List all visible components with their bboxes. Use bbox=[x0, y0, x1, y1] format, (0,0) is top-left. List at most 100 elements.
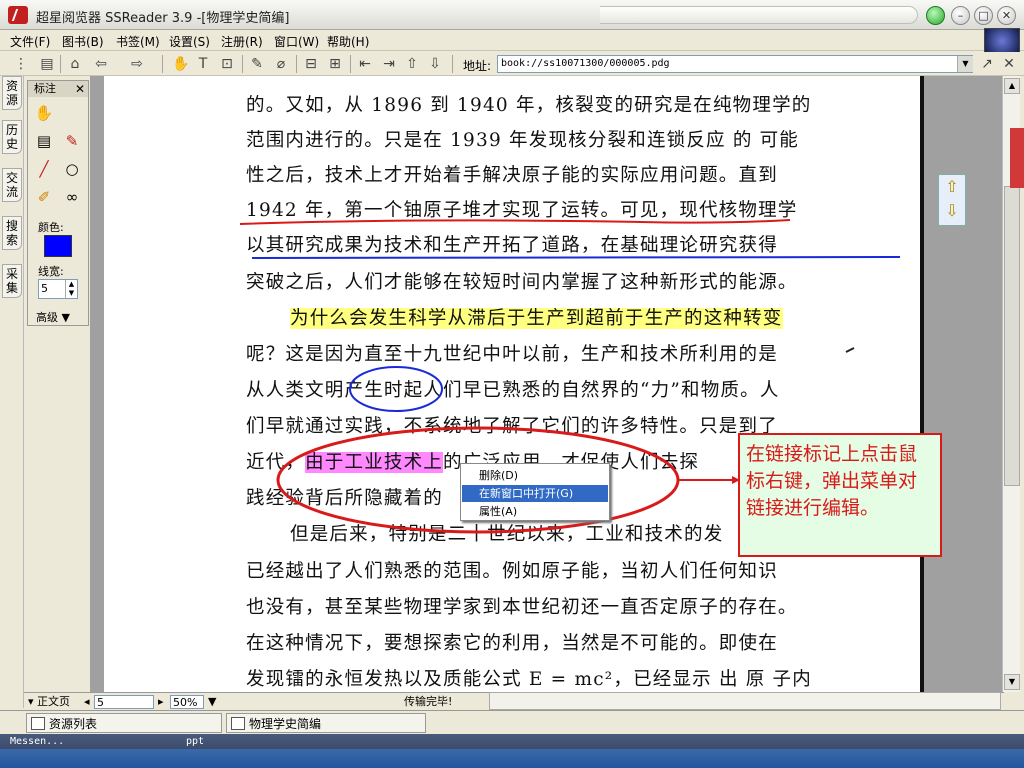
advanced-button[interactable]: 高级 ▼ bbox=[36, 309, 70, 325]
address-dropdown-icon[interactable]: ▼ bbox=[957, 56, 973, 72]
highlighter-icon[interactable]: ⌀ bbox=[272, 55, 290, 73]
menu-window[interactable]: 窗口(W) bbox=[274, 33, 319, 50]
tab-resource-list[interactable]: 资源列表 bbox=[26, 713, 222, 733]
horizontal-scrollbar[interactable] bbox=[489, 692, 1001, 710]
maximize-button[interactable]: □ bbox=[974, 6, 993, 25]
circle-tool-icon[interactable]: ○ bbox=[62, 159, 82, 179]
menu-bar: 文件(F) 图书(B) 书签(M) 设置(S) 注册(R) 窗口(W) 帮助(H… bbox=[0, 30, 1024, 51]
context-delete[interactable]: 删除(D) bbox=[462, 467, 608, 484]
toolbar-separator bbox=[350, 55, 351, 73]
tab-history[interactable]: 历史 bbox=[2, 120, 22, 154]
color-label: 颜色: bbox=[38, 221, 64, 234]
go-icon[interactable]: ↗ bbox=[978, 55, 996, 73]
zoom-dropdown-icon[interactable]: ▼ bbox=[208, 695, 216, 709]
text-line-11: 践经验背后所隐藏着的 bbox=[246, 488, 444, 509]
text-tool-icon[interactable]: T bbox=[194, 55, 212, 73]
taskbar-item-messenger[interactable]: Messen... bbox=[10, 736, 64, 747]
color-swatch[interactable] bbox=[44, 235, 72, 257]
menu-book[interactable]: 图书(B) bbox=[62, 33, 104, 50]
app-icon[interactable] bbox=[8, 6, 28, 24]
text-line-7: 呢？这是因为直至十九世纪中叶以前，生产和技术所利用的是 bbox=[246, 344, 778, 365]
menu-register[interactable]: 注册(R) bbox=[221, 33, 263, 50]
tab-resources[interactable]: 资源 bbox=[2, 76, 22, 110]
next-page-icon[interactable]: ▸ bbox=[158, 695, 164, 709]
region-select-icon[interactable]: ⊡ bbox=[218, 55, 236, 73]
hand-icon[interactable]: ✋ bbox=[34, 103, 54, 123]
page-edge bbox=[920, 76, 924, 692]
page-up-icon[interactable]: ⇧ bbox=[939, 175, 965, 199]
close-button[interactable]: ✕ bbox=[997, 6, 1016, 25]
taskbar-strip bbox=[0, 749, 1024, 768]
text-line-5: 以其研究成果为技术和生产开拓了道路，在基础理论研究获得 bbox=[246, 235, 778, 256]
menu-bookmark[interactable]: 书签(M) bbox=[116, 33, 160, 50]
grip-icon: ⋮ bbox=[14, 56, 28, 72]
toolbar-separator bbox=[452, 55, 453, 73]
toolbar: ⋮ ▤ ⌂ ⇦ ⇨ ✋ T ⊡ ✎ ⌀ ⊟ ⊞ ⇤ ⇥ ⇧ ⇩ 地址: book… bbox=[0, 52, 1024, 76]
text-line-6: 突破之后，人们才能够在较短时间内掌握了这种新形式的能源。 bbox=[246, 272, 798, 293]
scroll-down-icon[interactable]: ▼ bbox=[1004, 674, 1020, 690]
fit-width-icon[interactable]: ⊟ bbox=[302, 55, 320, 73]
hand-tool-icon[interactable]: ✋ bbox=[172, 55, 190, 73]
tab-search[interactable]: 搜索 bbox=[2, 216, 22, 250]
text-line-16: 发现镭的永恒发热以及质能公式 E = mc²，已经显示 出 原 子内 bbox=[246, 669, 812, 690]
close-toolbar-icon[interactable]: ✕ bbox=[1000, 55, 1018, 73]
page-down-icon[interactable]: ⇩ bbox=[426, 55, 444, 73]
home-icon[interactable]: ⌂ bbox=[66, 55, 84, 73]
text-line-8: 从人类文明产生时起人们早已熟悉的自然界的“力”和物质。人 bbox=[246, 380, 780, 401]
line-width-spinner[interactable]: ▲ ▼ bbox=[65, 280, 77, 298]
text-line-15: 在这种情况下，要想探索它的利用，当然是不可能的。即使在 bbox=[246, 633, 778, 654]
tab-collect[interactable]: 采集 bbox=[2, 264, 22, 298]
toolbar-separator bbox=[162, 55, 163, 73]
minimize-button[interactable]: – bbox=[951, 6, 970, 25]
taskbar-item-ppt[interactable]: ppt bbox=[186, 736, 204, 747]
book-icon bbox=[231, 717, 245, 730]
help-button[interactable] bbox=[926, 6, 945, 25]
page-down-icon[interactable]: ⇩ bbox=[939, 199, 965, 223]
title-bar: 超星阅览器 SSReader 3.9 -[物理学史简编] – □ ✕ bbox=[0, 0, 1024, 30]
view-mode-dropdown[interactable]: ▾ 正文页 bbox=[28, 695, 70, 709]
text-line-12: 但是后来，特别是二十世纪以来，工业和技术的发 bbox=[290, 524, 724, 545]
text-line-4: 1942 年，第一个铀原子堆才实现了运转。可见，现代核物理学 bbox=[246, 200, 798, 221]
forward-icon[interactable]: ⇨ bbox=[128, 55, 146, 73]
link-annotation[interactable]: 由于工业技术上 bbox=[305, 452, 444, 473]
pencil-icon[interactable]: ✎ bbox=[62, 131, 82, 151]
maximize-icon: □ bbox=[978, 9, 989, 22]
link-tool-icon[interactable]: ∞ bbox=[62, 187, 82, 207]
side-banner[interactable] bbox=[1010, 128, 1024, 188]
address-label: 地址: bbox=[463, 59, 492, 73]
tab-exchange[interactable]: 交流 bbox=[2, 168, 22, 202]
fit-page-icon[interactable]: ⊞ bbox=[326, 55, 344, 73]
title-bar-decoration bbox=[600, 6, 918, 24]
context-menu: 删除(D) 在新窗口中打开(G) 属性(A) bbox=[460, 463, 610, 521]
text-line-2: 范围内进行的。只是在 1939 年发现核分裂和连锁反应 的 可能 bbox=[246, 130, 800, 151]
highlighted-text-yellow[interactable]: 为什么会发生科学从滞后于生产到超前于生产的这种转变 bbox=[290, 304, 783, 330]
menu-help[interactable]: 帮助(H) bbox=[327, 33, 369, 50]
menu-settings[interactable]: 设置(S) bbox=[169, 33, 210, 50]
first-page-icon[interactable]: ⇤ bbox=[356, 55, 374, 73]
scroll-thumb[interactable] bbox=[1004, 186, 1020, 486]
zoom-input[interactable]: 50% bbox=[170, 695, 204, 709]
minimize-icon: – bbox=[957, 9, 964, 22]
page-number-input[interactable]: 5 bbox=[94, 695, 154, 709]
scroll-up-icon[interactable]: ▲ bbox=[1004, 78, 1020, 94]
page-icon[interactable]: ▤ bbox=[38, 55, 56, 73]
back-icon[interactable]: ⇦ bbox=[92, 55, 110, 73]
annotation-panel: 标注 ✕ ✋ ▤ ✎ ╱ ○ ✐ ∞ 颜色: 线宽: 5 ▲ ▼ 高级 ▼ bbox=[27, 80, 89, 326]
page-up-icon[interactable]: ⇧ bbox=[403, 55, 421, 73]
tab-current-book[interactable]: 物理学史简编 bbox=[226, 713, 426, 733]
address-input[interactable]: book://ss10071300/000005.pdg bbox=[497, 55, 973, 73]
annotation-close-icon[interactable]: ✕ bbox=[75, 81, 85, 97]
close-icon: ✕ bbox=[1001, 9, 1012, 22]
highlight-tool-icon[interactable]: ✐ bbox=[34, 187, 54, 207]
context-properties[interactable]: 属性(A) bbox=[462, 503, 608, 520]
context-open-new-window[interactable]: 在新窗口中打开(G) bbox=[462, 485, 608, 502]
page-navigator[interactable]: ⇧ ⇩ bbox=[938, 174, 966, 226]
prev-page-icon[interactable]: ◂ bbox=[84, 695, 90, 709]
callout-text: 在链接标记上点击鼠标右键，弹出菜单对链接进行编辑。 bbox=[746, 443, 918, 519]
toolbar-separator bbox=[242, 55, 243, 73]
line-tool-icon[interactable]: ╱ bbox=[34, 159, 54, 179]
annotate-icon[interactable]: ✎ bbox=[248, 55, 266, 73]
note-icon[interactable]: ▤ bbox=[34, 131, 54, 151]
menu-file[interactable]: 文件(F) bbox=[10, 33, 50, 50]
last-page-icon[interactable]: ⇥ bbox=[380, 55, 398, 73]
